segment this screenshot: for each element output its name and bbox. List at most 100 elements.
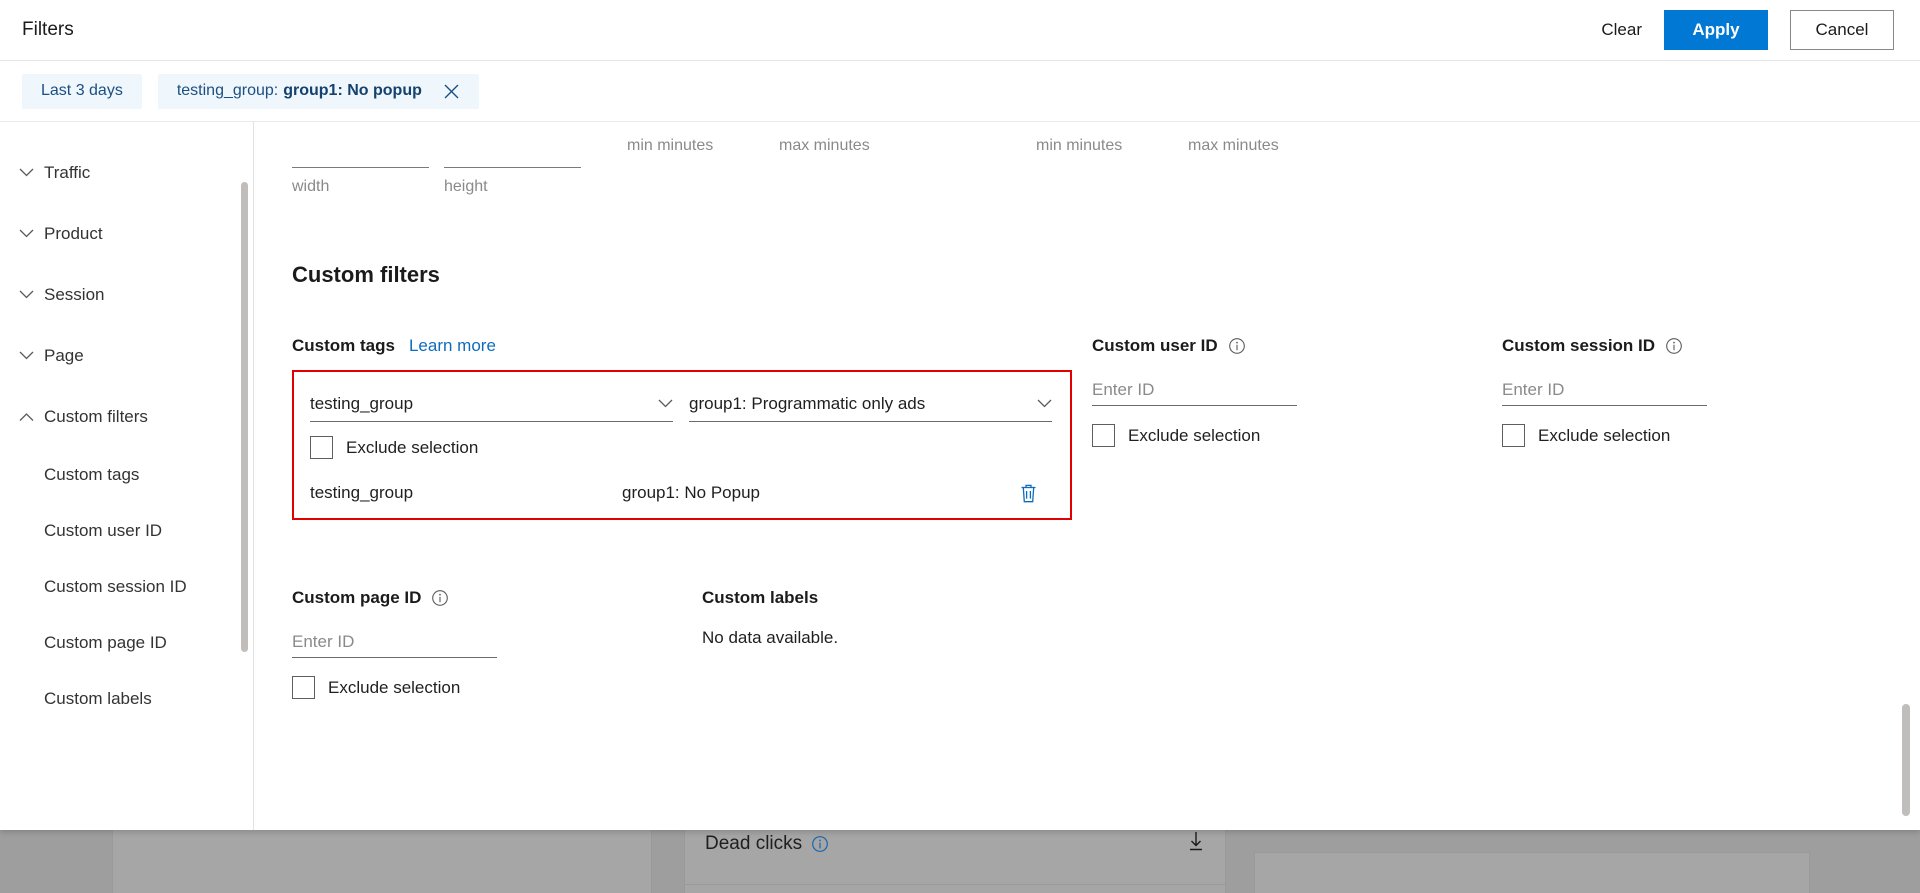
exclude-selection-label: Exclude selection bbox=[346, 438, 478, 458]
info-icon[interactable] bbox=[431, 589, 449, 607]
chip-date-range[interactable]: Last 3 days bbox=[22, 74, 142, 109]
exclude-selection-checkbox[interactable] bbox=[310, 436, 333, 459]
category-page[interactable]: Page bbox=[0, 325, 253, 386]
chevron-down-icon bbox=[14, 351, 38, 361]
category-list-scrollbar[interactable] bbox=[241, 182, 248, 652]
close-icon[interactable] bbox=[443, 83, 460, 100]
category-label: Product bbox=[44, 224, 103, 244]
custom-user-id-exclude-row[interactable]: Exclude selection bbox=[1092, 424, 1502, 447]
custom-tag-key-select[interactable]: testing_group bbox=[310, 386, 673, 422]
custom-tags-label-row: Custom tags Learn more bbox=[292, 336, 1092, 356]
custom-labels-column: Custom labels No data available. bbox=[702, 588, 1112, 699]
exclude-selection-label: Exclude selection bbox=[328, 678, 460, 698]
sidebar-item-custom-tags[interactable]: Custom tags bbox=[0, 447, 253, 503]
custom-tag-value-select[interactable]: group1: Programmatic only ads bbox=[689, 386, 1052, 422]
custom-page-id-exclude-row[interactable]: Exclude selection bbox=[292, 676, 702, 699]
custom-user-id-column: Custom user ID Exclude selec bbox=[1092, 336, 1502, 520]
apply-button[interactable]: Apply bbox=[1664, 10, 1768, 50]
custom-tags-highlight-box: testing_group group1: Programmatic only … bbox=[292, 370, 1072, 520]
info-icon[interactable] bbox=[811, 835, 829, 853]
sidebar-item-custom-session-id[interactable]: Custom session ID bbox=[0, 559, 253, 615]
chevron-down-icon bbox=[14, 290, 38, 300]
category-label: Traffic bbox=[44, 163, 90, 183]
category-traffic[interactable]: Traffic bbox=[0, 142, 253, 203]
category-product[interactable]: Product bbox=[0, 203, 253, 264]
custom-session-id-label: Custom session ID bbox=[1502, 336, 1655, 356]
card-title: Dead clicks bbox=[705, 833, 802, 855]
max-minutes-label-2: max minutes bbox=[1188, 137, 1279, 155]
custom-page-id-label: Custom page ID bbox=[292, 588, 421, 608]
chip-prefix: testing_group: bbox=[177, 82, 278, 100]
category-session[interactable]: Session bbox=[0, 264, 253, 325]
exclude-selection-label: Exclude selection bbox=[1538, 426, 1670, 446]
page-title: Filters bbox=[22, 19, 74, 41]
custom-session-id-exclude-row[interactable]: Exclude selection bbox=[1502, 424, 1912, 447]
custom-tag-value-value: group1: Programmatic only ads bbox=[689, 394, 925, 414]
applied-custom-tag-row: testing_group group1: No Popup bbox=[310, 476, 1052, 510]
category-label: Custom filters bbox=[44, 407, 148, 427]
custom-tags-selects: testing_group group1: Programmatic only … bbox=[310, 386, 1052, 422]
cancel-button[interactable]: Cancel bbox=[1790, 10, 1894, 50]
chevron-up-icon bbox=[14, 412, 38, 422]
sidebar-item-custom-labels[interactable]: Custom labels bbox=[0, 671, 253, 727]
height-label: height bbox=[444, 178, 488, 196]
custom-labels-label-row: Custom labels bbox=[702, 588, 1112, 608]
category-label: Session bbox=[44, 285, 104, 305]
filters-category-list: Traffic Product Session Page bbox=[0, 122, 254, 830]
custom-user-id-input[interactable] bbox=[1092, 380, 1297, 400]
applied-tag-value: group1: No Popup bbox=[622, 483, 1019, 503]
custom-tags-column: Custom tags Learn more testing_group bbox=[292, 336, 1092, 520]
category-label: Page bbox=[44, 346, 84, 366]
form-scrollbar[interactable] bbox=[1902, 704, 1910, 816]
custom-session-id-label-row: Custom session ID bbox=[1502, 336, 1912, 356]
custom-user-id-input-wrap[interactable] bbox=[1092, 374, 1297, 406]
custom-session-id-input-wrap[interactable] bbox=[1502, 374, 1707, 406]
custom-labels-label: Custom labels bbox=[702, 588, 818, 608]
filters-panel: Filters Clear Apply Cancel Last 3 days t… bbox=[0, 0, 1920, 830]
exclude-selection-label: Exclude selection bbox=[1128, 426, 1260, 446]
width-input-underline[interactable] bbox=[292, 167, 429, 168]
custom-session-id-input[interactable] bbox=[1502, 380, 1707, 400]
section-title-custom-filters: Custom filters bbox=[292, 262, 1920, 288]
width-label: width bbox=[292, 178, 329, 196]
min-minutes-label-2: min minutes bbox=[1036, 137, 1122, 155]
applied-tag-key: testing_group bbox=[310, 483, 622, 503]
sidebar-item-custom-user-id[interactable]: Custom user ID bbox=[0, 503, 253, 559]
chevron-down-icon bbox=[1037, 399, 1052, 409]
filters-panel-header: Filters Clear Apply Cancel bbox=[0, 0, 1920, 61]
custom-user-id-label-row: Custom user ID bbox=[1092, 336, 1502, 356]
custom-page-id-input-wrap[interactable] bbox=[292, 626, 497, 658]
max-minutes-label-1: max minutes bbox=[779, 137, 870, 155]
learn-more-link[interactable]: Learn more bbox=[409, 336, 496, 356]
exclude-selection-checkbox[interactable] bbox=[1092, 424, 1115, 447]
filters-form: min minutes max minutes min minutes max … bbox=[254, 122, 1920, 830]
custom-session-id-column: Custom session ID Exclude se bbox=[1502, 336, 1912, 520]
chevron-down-icon bbox=[14, 168, 38, 178]
custom-labels-empty-text: No data available. bbox=[702, 628, 1112, 648]
chip-custom-tag[interactable]: testing_group: group1: No popup bbox=[158, 74, 479, 109]
custom-page-id-input[interactable] bbox=[292, 632, 497, 652]
chip-label: Last 3 days bbox=[41, 82, 123, 100]
custom-filters-grid-row2: Custom page ID Exclude selec bbox=[292, 588, 1920, 699]
sidebar-item-custom-page-id[interactable]: Custom page ID bbox=[0, 615, 253, 671]
trash-icon[interactable] bbox=[1019, 483, 1038, 504]
download-icon[interactable] bbox=[1187, 830, 1205, 858]
info-icon[interactable] bbox=[1228, 337, 1246, 355]
filters-panel-body: Traffic Product Session Page bbox=[0, 121, 1920, 830]
exclude-selection-checkbox[interactable] bbox=[292, 676, 315, 699]
custom-tag-key-value: testing_group bbox=[310, 394, 413, 414]
custom-user-id-label: Custom user ID bbox=[1092, 336, 1218, 356]
chevron-down-icon bbox=[14, 229, 38, 239]
chevron-down-icon bbox=[658, 399, 673, 409]
clear-button[interactable]: Clear bbox=[1579, 20, 1664, 40]
scrolled-partial-section: min minutes max minutes min minutes max … bbox=[292, 122, 1920, 244]
min-minutes-label-1: min minutes bbox=[627, 137, 713, 155]
info-icon[interactable] bbox=[1665, 337, 1683, 355]
height-input-underline[interactable] bbox=[444, 167, 581, 168]
card-header-rage-clicks: Rage clicks bbox=[1255, 853, 1809, 893]
custom-tags-label: Custom tags bbox=[292, 336, 395, 356]
custom-page-id-column: Custom page ID Exclude selec bbox=[292, 588, 702, 699]
exclude-selection-checkbox[interactable] bbox=[1502, 424, 1525, 447]
custom-tags-exclude-row[interactable]: Exclude selection bbox=[310, 436, 1052, 459]
category-custom-filters[interactable]: Custom filters bbox=[0, 386, 253, 447]
